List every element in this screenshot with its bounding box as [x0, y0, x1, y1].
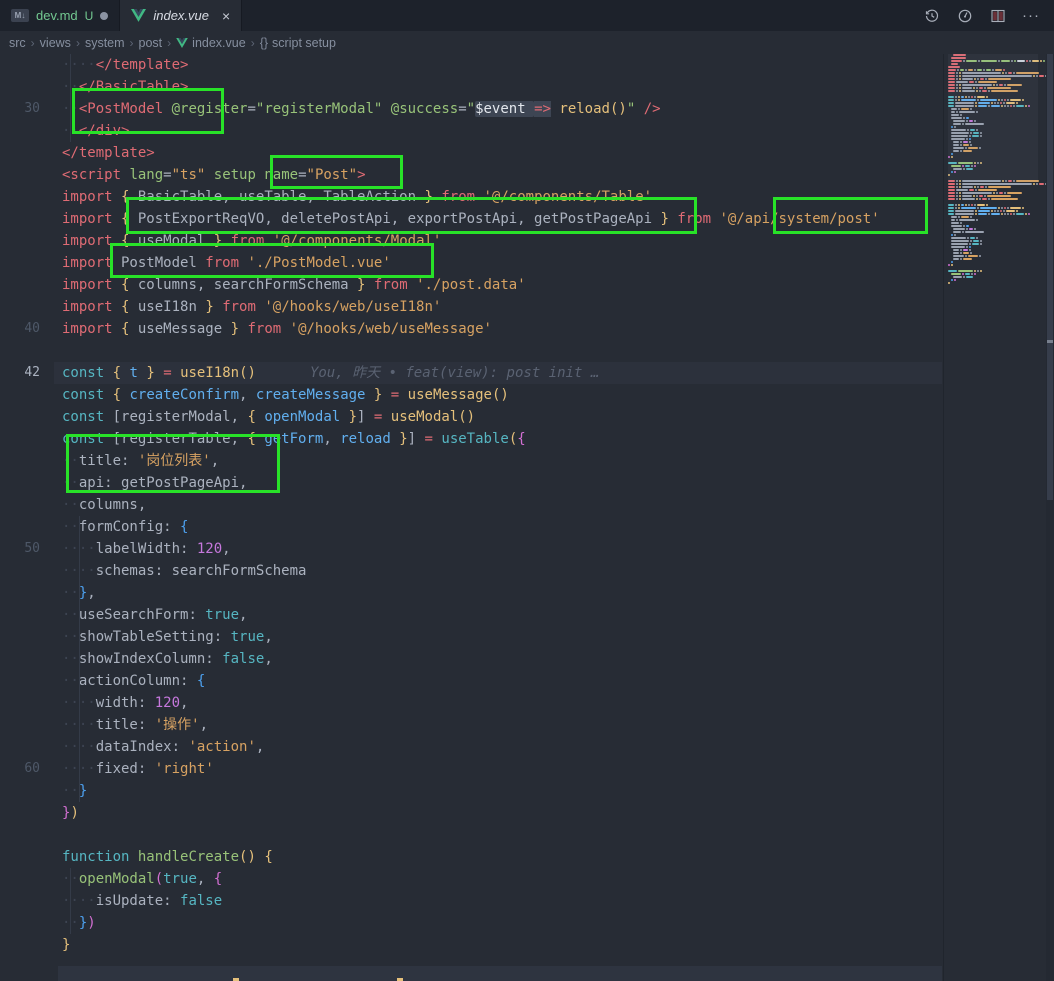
code-line: const [registerModal, { openModal }] = u…: [0, 406, 942, 428]
code-line: import { PostExportReqVO, deletePostApi,…: [0, 208, 942, 230]
line-number: 42: [0, 362, 40, 384]
code-line: }: [0, 934, 942, 956]
tab-label: dev.md: [36, 8, 78, 23]
code-line: ··showIndexColumn: false,: [0, 648, 942, 670]
code-editor[interactable]: ····</template>··</BasicTable>30··<PostM…: [0, 54, 942, 978]
code-line: ····isUpdate: false: [0, 890, 942, 912]
indent-guide: [70, 54, 71, 142]
unsaved-dot-icon: [100, 12, 108, 20]
markdown-icon: M↓: [11, 9, 29, 22]
code-line: ··showTableSetting: true,: [0, 626, 942, 648]
indent-guide: [79, 516, 80, 802]
code-line: ··}: [0, 780, 942, 802]
tab-dev-md[interactable]: M↓ dev.md U: [0, 0, 120, 31]
code-line: 40import { useMessage } from '@/hooks/we…: [0, 318, 942, 340]
minimap-divider: [943, 54, 944, 981]
indent-guide: [70, 868, 71, 934]
line-number: 50: [0, 538, 40, 560]
code-line: 30··<PostModel @register="registerModal"…: [0, 98, 942, 120]
code-line: import { BasicTable, useTable, TableActi…: [0, 186, 942, 208]
code-line: ····dataIndex: 'action',: [0, 736, 942, 758]
breadcrumb-separator: ›: [251, 36, 255, 50]
timeline-history-icon[interactable]: [923, 7, 940, 24]
code-line: ····title: '操作',: [0, 714, 942, 736]
breadcrumb-item-post[interactable]: post: [139, 36, 163, 50]
symbol-braces-icon: {}: [260, 36, 268, 50]
code-line: ··},: [0, 582, 942, 604]
breadcrumb-item-src[interactable]: src: [9, 36, 26, 50]
vue-icon: [176, 38, 188, 48]
code-line: import PostModel from './PostModel.vue': [0, 252, 942, 274]
breadcrumb: src › views › system › post › index.vue › {}script…: [0, 31, 1054, 54]
code-line: ··</div>: [0, 120, 942, 142]
line-number: 30: [0, 98, 40, 120]
close-icon[interactable]: ×: [222, 8, 230, 24]
breadcrumb-separator: ›: [31, 36, 35, 50]
code-line: ··api: getPostPageApi,: [0, 472, 942, 494]
breadcrumb-item-views[interactable]: views: [40, 36, 71, 50]
breadcrumb-item-script-setup[interactable]: {}script setup: [260, 36, 336, 50]
code-line: </template>: [0, 142, 942, 164]
code-line: 50····labelWidth: 120,: [0, 538, 942, 560]
code-line: ··</BasicTable>: [0, 76, 942, 98]
git-untracked-badge: U: [85, 9, 94, 23]
code-line: }): [0, 802, 942, 824]
line-number: 60: [0, 758, 40, 780]
tab-index-vue[interactable]: index.vue ×: [120, 0, 242, 31]
code-line: ··title: '岗位列表',: [0, 450, 942, 472]
code-line: 42const { t } = useI18n()You, 昨天 • feat(…: [0, 362, 942, 384]
editor-actions: ···: [923, 0, 1054, 31]
code-line: import { useModal } from '@/components/M…: [0, 230, 942, 252]
vue-icon: [131, 9, 146, 22]
breadcrumb-separator: ›: [130, 36, 134, 50]
partial-line: [58, 966, 942, 981]
line-number: 40: [0, 318, 40, 340]
code-line: ··columns,: [0, 494, 942, 516]
code-line: const [registerTable, { getForm, reload …: [0, 428, 942, 450]
more-actions-icon[interactable]: ···: [1022, 7, 1040, 24]
code-line: [0, 824, 942, 846]
code-line: import { columns, searchFormSchema } fro…: [0, 274, 942, 296]
git-blame-annotation: You, 昨天 • feat(view): post init …: [310, 365, 599, 381]
gauge-icon[interactable]: [956, 7, 973, 24]
split-editor-icon[interactable]: [989, 7, 1006, 24]
overview-ruler-mark: [1047, 340, 1053, 343]
code-line: <script lang="ts" setup name="Post">: [0, 164, 942, 186]
breadcrumb-separator: ›: [76, 36, 80, 50]
code-line: ····</template>: [0, 54, 942, 76]
code-line: 60····fixed: 'right': [0, 758, 942, 780]
tab-bar: M↓ dev.md U index.vue × ···: [0, 0, 1054, 31]
code-line: function handleCreate() {: [0, 846, 942, 868]
code-line: ··}): [0, 912, 942, 934]
code-line: const { createConfirm, createMessage } =…: [0, 384, 942, 406]
breadcrumb-item-index.vue[interactable]: index.vue: [176, 36, 246, 50]
code-line: ····width: 120,: [0, 692, 942, 714]
code-line: ··useSearchForm: true,: [0, 604, 942, 626]
minimap-slider[interactable]: [948, 54, 1038, 182]
tab-label: index.vue: [153, 8, 209, 23]
code-line: ··openModal(true, {: [0, 868, 942, 890]
code-line: ····schemas: searchFormSchema: [0, 560, 942, 582]
code-line: ··actionColumn: {: [0, 670, 942, 692]
scrollbar-thumb[interactable]: [1047, 54, 1053, 500]
breadcrumb-item-system[interactable]: system: [85, 36, 125, 50]
code-line: import { useI18n } from '@/hooks/web/use…: [0, 296, 942, 318]
breadcrumb-separator: ›: [167, 36, 171, 50]
code-line: ··formConfig: {: [0, 516, 942, 538]
code-line: [0, 340, 942, 362]
